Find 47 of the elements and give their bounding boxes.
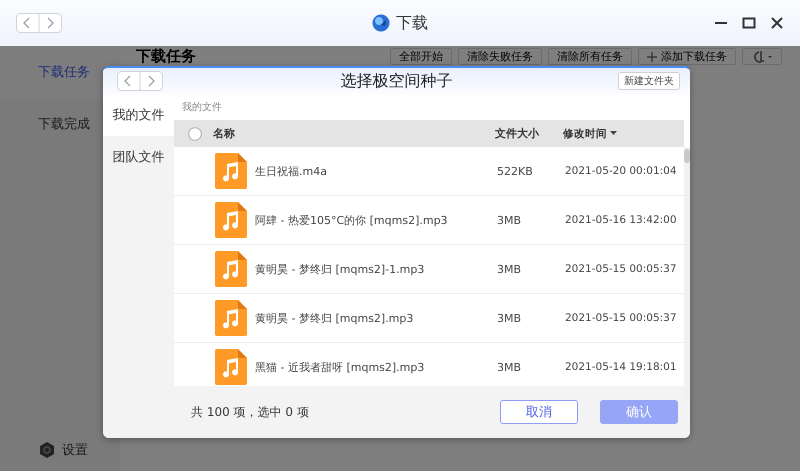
music-file-icon bbox=[215, 153, 247, 189]
menu-button[interactable] bbox=[742, 48, 782, 65]
breadcrumb[interactable]: 我的文件 bbox=[174, 94, 690, 120]
file-size: 3MB bbox=[497, 262, 522, 276]
modified-time: 2021-05-15 00:05:37 bbox=[565, 263, 677, 275]
modified-time: 2021-05-14 19:18:01 bbox=[565, 361, 677, 373]
toolbar-button[interactable]: 清除所有任务 bbox=[548, 48, 632, 65]
sidebar-tab[interactable]: 团队文件 bbox=[103, 136, 174, 178]
dialog-title: 选择极空间种子 bbox=[340, 70, 452, 92]
file-name[interactable]: 黄明昊 - 梦终归 [mqms2].mp3 bbox=[255, 310, 414, 326]
music-file-icon bbox=[215, 202, 247, 238]
sort-down-icon bbox=[610, 131, 617, 136]
plus-icon bbox=[647, 52, 657, 62]
toolbar-button[interactable]: 清除失败任务 bbox=[458, 48, 542, 65]
window-title: 下载 bbox=[396, 12, 428, 34]
close-icon[interactable] bbox=[770, 16, 784, 30]
add-task-button[interactable]: 添加下载任务 bbox=[638, 48, 736, 65]
back-forward-buttons[interactable] bbox=[16, 13, 62, 33]
file-name[interactable]: 阿肆 - 热爱105°C的你 [mqms2].mp3 bbox=[255, 212, 448, 228]
column-header[interactable]: 文件大小 bbox=[495, 127, 539, 140]
settings-label[interactable]: 设置 bbox=[62, 441, 88, 459]
music-file-icon bbox=[215, 251, 247, 287]
modified-time: 2021-05-16 13:42:00 bbox=[565, 214, 677, 226]
file-name[interactable]: 生日祝福.m4a bbox=[255, 164, 327, 178]
file-size: 3MB bbox=[497, 360, 522, 374]
scrollbar-thumb[interactable] bbox=[684, 149, 690, 163]
file-name[interactable]: 黑猫 - 近我者甜呀 [mqms2].mp3 bbox=[255, 360, 424, 374]
sidebar-tab[interactable]: 我的文件 bbox=[103, 94, 174, 136]
music-file-icon bbox=[215, 300, 247, 336]
column-header[interactable]: 名称 bbox=[213, 126, 235, 141]
file-size: 3MB bbox=[497, 312, 522, 324]
modified-time: 2021-05-15 00:05:37 bbox=[565, 312, 677, 324]
file-size: 3MB bbox=[497, 214, 522, 226]
file-name[interactable]: 黄明昊 - 梦终归 [mqms2]-1.mp3 bbox=[255, 262, 424, 276]
page-heading: 下载任务 bbox=[136, 48, 196, 65]
file-size: 522KB bbox=[497, 164, 533, 178]
toolbar-button[interactable]: 全部开始 bbox=[390, 48, 452, 65]
column-header[interactable]: 修改时间 bbox=[563, 126, 607, 140]
settings-icon[interactable] bbox=[38, 441, 56, 459]
app-logo-icon bbox=[372, 14, 390, 32]
maximize-icon[interactable] bbox=[742, 16, 756, 30]
new-folder-button[interactable]: 新建文件夹 bbox=[618, 72, 680, 90]
cancel-button[interactable]: 取消 bbox=[500, 400, 578, 424]
back-forward-buttons[interactable] bbox=[117, 71, 163, 91]
modified-time: 2021-05-20 00:01:04 bbox=[565, 165, 677, 177]
select-all-checkbox[interactable] bbox=[188, 126, 202, 140]
selection-summary: 共 100 项，选中 0 项 bbox=[191, 404, 309, 420]
